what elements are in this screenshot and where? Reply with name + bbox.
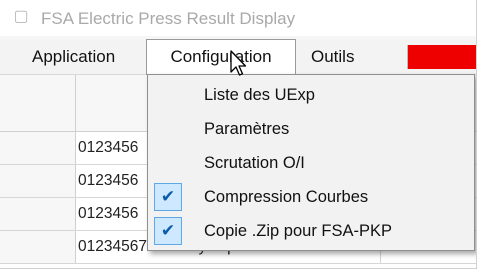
configuration-dropdown: Liste des UExp Paramètres Scrutation O/I… xyxy=(147,74,475,251)
menu-application[interactable]: Application xyxy=(32,40,115,73)
menu-configuration[interactable]: Configuration xyxy=(146,39,296,75)
app-icon: ▢ xyxy=(13,8,29,25)
menu-item-compression-courbes[interactable]: ✔ Compression Courbes xyxy=(148,180,474,214)
row-header-corner xyxy=(0,75,76,131)
row-header-cell[interactable] xyxy=(0,231,76,263)
menu-item-copie-zip[interactable]: ✔ Copie .Zip pour FSA-PKP xyxy=(148,214,474,248)
menu-item-label: Paramètres xyxy=(204,120,290,138)
menu-item-scrutation[interactable]: Scrutation O/I xyxy=(148,146,474,180)
row-header-cell[interactable] xyxy=(0,132,76,164)
app-window: ▢ FSA Electric Press Result Display Appl… xyxy=(0,0,477,269)
menu-item-label: Scrutation O/I xyxy=(204,154,305,172)
mouse-pointer-icon xyxy=(230,50,247,76)
checkmark-icon: ✔ xyxy=(154,183,182,211)
menu-item-label: Liste des UExp xyxy=(204,86,315,104)
menu-item-label: Copie .Zip pour FSA-PKP xyxy=(204,222,392,240)
title-bar: ▢ FSA Electric Press Result Display xyxy=(0,0,476,36)
window-title: FSA Electric Press Result Display xyxy=(41,9,296,28)
menu-item-liste-uexp[interactable]: Liste des UExp xyxy=(148,78,474,112)
row-header-cell[interactable] xyxy=(0,165,76,197)
menu-outils[interactable]: Outils xyxy=(311,40,354,73)
menu-item-label: Compression Courbes xyxy=(204,188,369,206)
row-header-cell[interactable] xyxy=(0,198,76,230)
checkmark-icon: ✔ xyxy=(154,217,182,245)
menu-item-parametres[interactable]: Paramètres xyxy=(148,112,474,146)
status-indicator xyxy=(407,45,476,69)
